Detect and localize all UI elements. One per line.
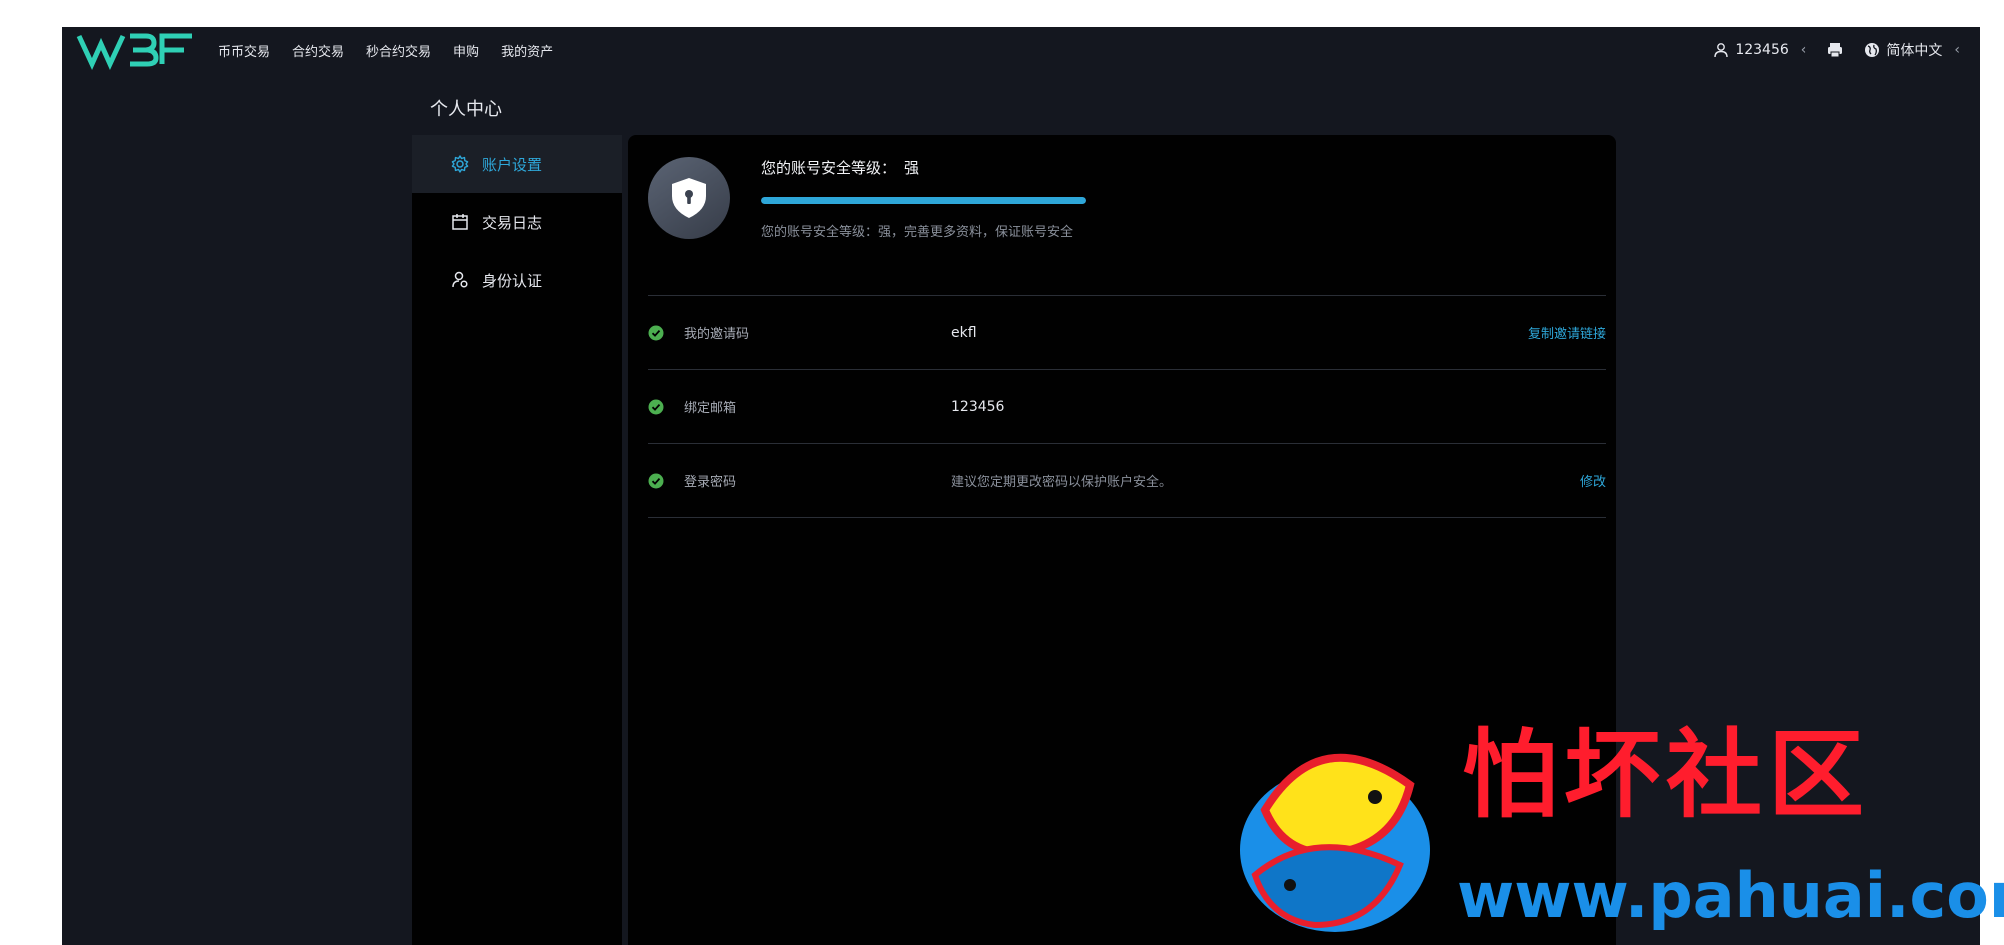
print-button[interactable] bbox=[1826, 41, 1844, 59]
security-hint: 您的账号安全等级：强，完善更多资料，保证账号安全 bbox=[761, 225, 1074, 240]
row-label: 绑定邮箱 bbox=[684, 401, 737, 416]
username: 123456 bbox=[1735, 42, 1789, 58]
header-right: 123456 ‹ 简体中文 ‹ bbox=[1713, 27, 1960, 73]
nav-my-assets[interactable]: 我的资产 bbox=[501, 41, 553, 60]
nav-contract-trading[interactable]: 合约交易 bbox=[292, 41, 344, 60]
sidebar-item-label: 交易日志 bbox=[482, 213, 543, 232]
row-value: 123456 bbox=[951, 398, 1005, 415]
security-level-label: 您的账号安全等级： bbox=[761, 159, 897, 177]
sidebar: 账户设置 交易日志 身份认证 bbox=[412, 135, 622, 945]
chevron-left-icon: ‹ bbox=[1800, 42, 1807, 58]
top-navigation-bar: 币币交易 合约交易 秒合约交易 申购 我的资产 123456 ‹ 简体中文 ‹ bbox=[62, 27, 1980, 73]
main-nav: 币币交易 合约交易 秒合约交易 申购 我的资产 bbox=[218, 27, 553, 73]
watermark: 怕坏社区 www.pahuai.com bbox=[1225, 725, 2004, 945]
sidebar-item-label: 账户设置 bbox=[482, 155, 543, 174]
security-level-title: 您的账号安全等级： 强 bbox=[761, 157, 919, 178]
watermark-url: www.pahuai.com bbox=[1457, 859, 2004, 932]
list-item-bound-email: 绑定邮箱 123456 bbox=[648, 370, 1606, 444]
change-password-button[interactable]: 修改 bbox=[1580, 471, 1606, 490]
row-value: 建议您定期更改密码以保护账户安全。 bbox=[951, 475, 1173, 490]
security-badge bbox=[648, 157, 730, 239]
page-title: 个人中心 bbox=[430, 99, 502, 120]
printer-icon bbox=[1828, 43, 1843, 58]
account-info-list: 我的邀请码 ekfl 复制邀请链接 绑定邮箱 123456 登录密码 建议您定期… bbox=[648, 295, 1606, 518]
language-selector[interactable]: 简体中文 ‹ bbox=[1864, 40, 1960, 60]
list-item-invite-code: 我的邀请码 ekfl 复制邀请链接 bbox=[648, 296, 1606, 370]
watermark-title: 怕坏社区 bbox=[1462, 718, 1870, 831]
sidebar-item-label: 身份认证 bbox=[482, 271, 543, 290]
user-menu[interactable]: 123456 ‹ bbox=[1713, 42, 1806, 58]
row-label: 登录密码 bbox=[684, 475, 737, 490]
user-verify-icon bbox=[452, 271, 468, 288]
security-progress-fill bbox=[761, 197, 1086, 204]
gear-icon bbox=[451, 155, 469, 173]
row-value: ekfl bbox=[951, 324, 977, 341]
calendar-icon bbox=[452, 214, 468, 230]
sidebar-item-identity-verification[interactable]: 身份认证 bbox=[412, 251, 622, 309]
wbf-logo[interactable] bbox=[76, 30, 196, 70]
security-level-value: 强 bbox=[904, 159, 920, 177]
sidebar-item-account-settings[interactable]: 账户设置 bbox=[412, 135, 622, 193]
nav-spot-trading[interactable]: 币币交易 bbox=[218, 41, 270, 60]
language-label: 简体中文 bbox=[1886, 43, 1943, 59]
copy-invite-link-button[interactable]: 复制邀请链接 bbox=[1528, 323, 1606, 342]
row-label: 我的邀请码 bbox=[684, 327, 750, 342]
list-item-login-password: 登录密码 建议您定期更改密码以保护账户安全。 修改 bbox=[648, 444, 1606, 518]
check-circle-icon bbox=[648, 399, 664, 414]
fish-logo-icon bbox=[1240, 753, 1430, 932]
check-circle-icon bbox=[648, 325, 664, 340]
nav-subscription[interactable]: 申购 bbox=[453, 41, 479, 60]
nav-seconds-contract[interactable]: 秒合约交易 bbox=[366, 41, 431, 60]
sidebar-item-trade-log[interactable]: 交易日志 bbox=[412, 193, 622, 251]
check-circle-icon bbox=[648, 473, 664, 488]
security-progress-bar bbox=[761, 197, 1086, 204]
shield-lock-icon bbox=[672, 178, 706, 218]
user-icon bbox=[1714, 43, 1729, 58]
chevron-left-icon: ‹ bbox=[1954, 42, 1960, 58]
globe-icon bbox=[1865, 43, 1880, 57]
